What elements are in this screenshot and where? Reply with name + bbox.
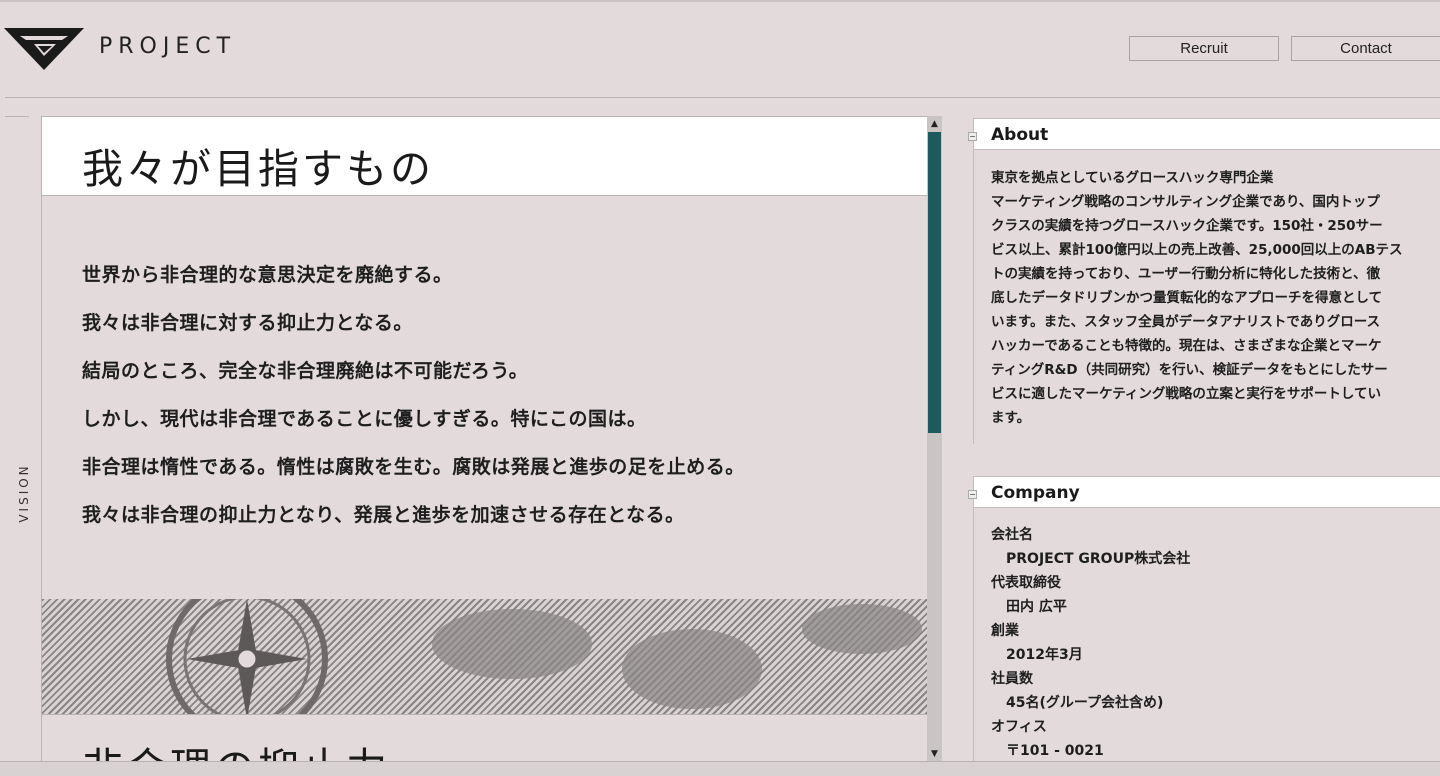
company-value: 2012年3月 (1006, 647, 1083, 663)
company-value: PROJECT GROUP株式会社 (1006, 551, 1191, 567)
about-line: ビスに適したマーケティング戦略の立案と実行をサポートしてい (991, 386, 1382, 402)
about-line: クラスの実績を持つグロースハック企業です。150社・250サー (991, 218, 1383, 234)
company-section: Company 会社名 PROJECT GROUP株式会社 代表取締役 田内 広… (968, 476, 1440, 766)
page-title: 我々が目指すもの (82, 145, 434, 193)
company-label: 代表取締役 (991, 575, 1061, 591)
company-value: 45名(グループ会社含め) (1006, 695, 1164, 711)
company-label: 社員数 (991, 671, 1033, 687)
company-body: 会社名 PROJECT GROUP株式会社 代表取締役 田内 広平 創業 201… (973, 508, 1440, 766)
compass-map-image (42, 599, 927, 714)
about-header[interactable]: About (968, 118, 1440, 150)
about-line: トの実績を持っており、ユーザー行動分析に特化した技術と、徹 (991, 266, 1381, 282)
vertical-scrollbar[interactable]: ▲ ▼ (927, 116, 942, 762)
vision-title-box: 我々が目指すもの (42, 117, 927, 196)
company-value: 田内 広平 (1006, 599, 1067, 615)
vision-line: しかし、現代は非合理であることに優しすぎる。特にこの国は。 (82, 408, 647, 430)
side-tab-vision[interactable]: VISION (17, 463, 31, 523)
side-tab-divider (5, 116, 29, 117)
about-body: 東京を拠点としているグロースハック専門企業 マーケティング戦略のコンサルティング… (973, 150, 1440, 444)
vision-line: 非合理は惰性である。惰性は腐敗を生む。腐敗は発展と進歩の足を止める。 (82, 456, 745, 478)
vision-panel: 我々が目指すもの 世界から非合理的な意思決定を廃絶する。 我々は非合理に対する抑… (41, 116, 927, 762)
company-header[interactable]: Company (968, 476, 1440, 508)
about-line: ハッカーであることも特徴的。現在は、さまざまな企業とマーケ (991, 338, 1382, 354)
company-title: Company (991, 483, 1080, 503)
logo[interactable]: PROJECT (4, 26, 236, 72)
about-line: います。また、スタッフ全員がデータアナリストでありグロース (991, 314, 1381, 330)
collapse-icon[interactable] (968, 132, 977, 141)
vision-line: 我々は非合理に対する抑止力となる。 (82, 312, 413, 334)
about-line: ビス以上、累計100億円以上の売上改善、25,000回以上のABテス (991, 242, 1403, 258)
collapse-icon[interactable] (968, 490, 977, 499)
about-line: ます。 (991, 410, 1031, 426)
about-line: ティングR&D（共同研究）を行い、検証データをもとにしたサー (991, 362, 1388, 378)
about-line: 底したデータドリブンかつ量質転化的なアプローチを得意として (991, 290, 1383, 306)
contact-button[interactable]: Contact (1291, 36, 1440, 61)
arrow-down-icon[interactable]: ▼ (927, 746, 942, 762)
company-label: 創業 (991, 623, 1019, 639)
about-section: About 東京を拠点としているグロースハック専門企業 マーケティング戦略のコン… (968, 118, 1440, 444)
bottom-edge (0, 761, 1440, 776)
about-title: About (991, 125, 1049, 145)
vision-line: 世界から非合理的な意思決定を廃絶する。 (82, 264, 453, 286)
about-line: マーケティング戦略のコンサルティング企業であり、国内トップ (991, 194, 1380, 210)
arrow-up-icon[interactable]: ▲ (927, 116, 942, 132)
company-label: オフィス (991, 719, 1047, 735)
site-header: PROJECT Recruit Contact (0, 0, 1440, 98)
header-divider (5, 97, 1440, 98)
company-label: 会社名 (991, 527, 1033, 543)
logo-text: PROJECT (99, 33, 237, 59)
scrollbar-thumb[interactable] (928, 132, 941, 433)
vision-statement: 世界から非合理的な意思決定を廃絶する。 我々は非合理に対する抑止力となる。 結局… (82, 260, 745, 548)
section-title-deterrence: 非合理の抑止力 (82, 734, 390, 761)
logo-mark-icon (4, 28, 84, 70)
about-line: 東京を拠点としているグロースハック専門企業 (991, 170, 1274, 186)
company-value: 〒101 - 0021 (1006, 743, 1104, 759)
image-divider (42, 714, 927, 715)
recruit-button[interactable]: Recruit (1129, 36, 1279, 61)
vision-line: 結局のところ、完全な非合理廃絶は不可能だろう。 (82, 360, 529, 382)
vision-line: 我々は非合理の抑止力となり、発展と進歩を加速させる存在となる。 (82, 504, 685, 526)
